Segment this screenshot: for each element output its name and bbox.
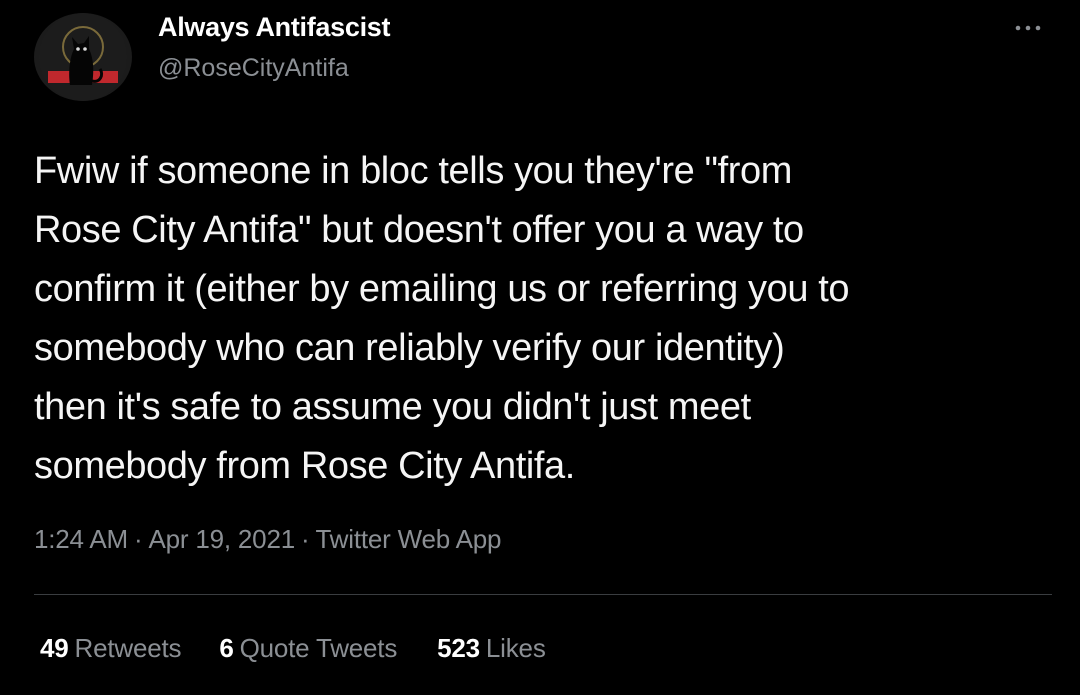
user-handle[interactable]: @RoseCityAntifa [158,54,349,83]
tweet-source[interactable]: Twitter Web App [315,524,501,554]
more-options-button[interactable] [1010,18,1046,38]
divider [34,594,1052,595]
tweet: Always Antifascist @RoseCityAntifa Fwiw … [0,0,1080,695]
display-name[interactable]: Always Antifascist [158,12,390,43]
tweet-time[interactable]: 1:24 AM [34,524,128,554]
tweet-text-line: Fwiw if someone in bloc tells you they'r… [34,150,793,192]
likes-stat[interactable]: 523 Likes [437,633,546,664]
more-options-icon [1015,25,1041,31]
likes-label: Likes [485,633,546,663]
tweet-text: Fwiw if someone in bloc tells you they'r… [34,142,1054,496]
likes-count: 523 [437,633,480,663]
tweet-text-line: somebody who can reliably verify our ide… [34,327,785,369]
tweet-metadata: 1:24 AM · Apr 19, 2021 · Twitter Web App [34,524,501,555]
avatar[interactable] [34,13,132,101]
tweet-text-line: somebody from Rose City Antifa. [34,445,575,487]
retweets-label: Retweets [74,633,182,663]
quote-tweets-stat[interactable]: 6 Quote Tweets [219,633,397,664]
tweet-text-line: Rose City Antifa" but doesn't offer you … [34,209,804,251]
tweet-stats: 49 Retweets 6 Quote Tweets 523 Likes [40,633,546,664]
quote-tweets-count: 6 [219,633,234,663]
tweet-text-line: then it's safe to assume you didn't just… [34,386,751,428]
quote-tweets-label: Quote Tweets [239,633,398,663]
retweets-count: 49 [40,633,69,663]
tweet-text-line: confirm it (either by emailing us or ref… [34,268,850,310]
meta-separator: · [134,524,143,554]
meta-separator: · [300,524,310,554]
retweets-stat[interactable]: 49 Retweets [40,633,182,664]
black-cat-logo-icon [39,13,127,101]
tweet-date[interactable]: Apr 19, 2021 [148,524,295,554]
